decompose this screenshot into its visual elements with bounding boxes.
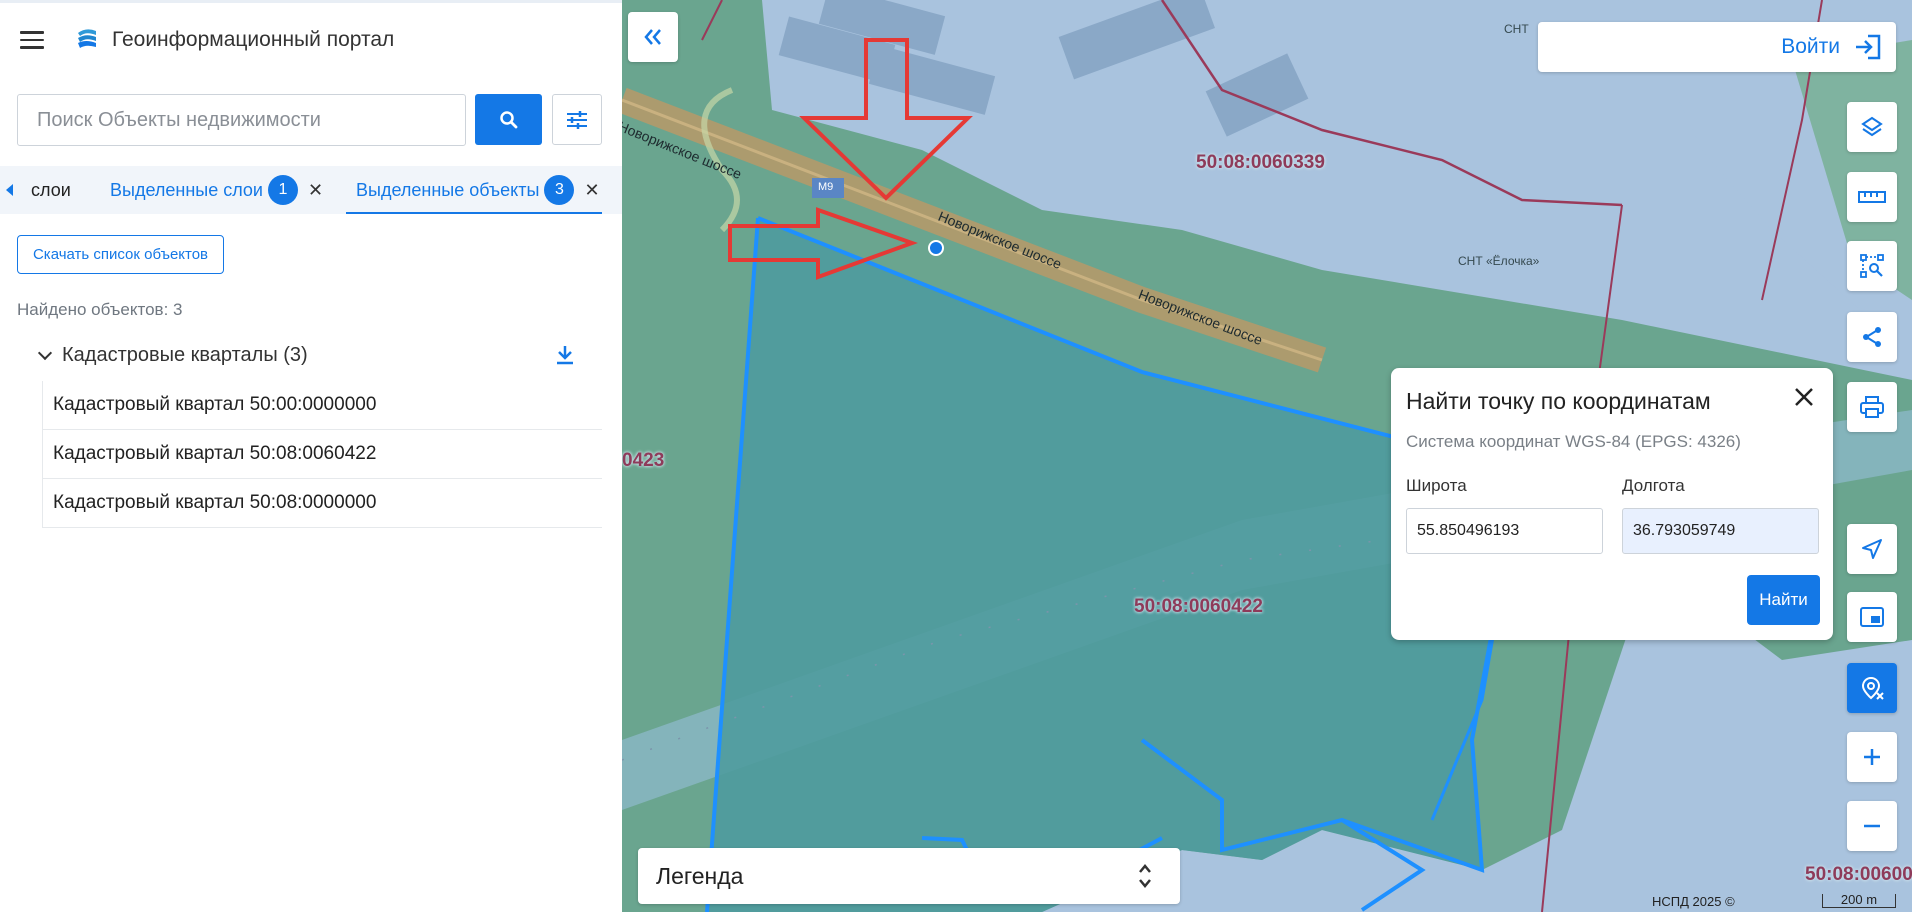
find-button[interactable]: Найти <box>1747 575 1820 625</box>
layers-icon <box>1861 116 1883 137</box>
chevron-down-icon <box>37 345 53 361</box>
results-list: Кадастровый квартал 50:00:0000000 Кадаст… <box>42 381 602 528</box>
parcel-label: 50:08:00600 <box>1805 864 1912 885</box>
tab-selected-layers-close-icon[interactable]: ✕ <box>308 180 323 201</box>
double-chevron-left-icon <box>644 29 661 45</box>
menu-icon[interactable] <box>20 31 44 49</box>
map-place-label: СНТ «Ёлочка» <box>1458 254 1540 268</box>
found-count: Найдено объектов: 3 <box>17 300 183 319</box>
close-icon[interactable] <box>1793 386 1815 408</box>
sliders-icon <box>567 110 587 129</box>
map-place-label: СНТ <box>1504 22 1529 36</box>
coordinate-search-button[interactable] <box>1847 663 1897 713</box>
minimap-button[interactable] <box>1847 592 1897 642</box>
tab-layers-label: слои <box>31 180 71 200</box>
scale-bar: 200 m <box>1822 893 1896 908</box>
list-item-label: Кадастровый квартал 50:08:0000000 <box>53 492 377 513</box>
group-label: Кадастровые кварталы (3) <box>62 344 308 366</box>
login-label: Войти <box>1781 35 1840 58</box>
latitude-field[interactable] <box>1406 508 1603 554</box>
area-search-icon <box>1860 254 1884 278</box>
road-shield-label: М9 <box>818 181 834 193</box>
login-button[interactable]: Войти <box>1538 22 1896 72</box>
layers-button[interactable] <box>1847 102 1897 152</box>
parcel-label: 0423 <box>622 450 665 471</box>
zoom-in-button[interactable] <box>1847 732 1897 782</box>
legend-label: Легенда <box>656 863 744 889</box>
share-icon <box>1863 327 1881 347</box>
area-search-button[interactable] <box>1847 241 1897 291</box>
legend-toggle[interactable]: Легенда <box>638 848 1180 904</box>
list-item-label: Кадастровый квартал 50:08:0060422 <box>53 443 377 464</box>
list-item-label: Кадастровый квартал 50:00:0000000 <box>53 394 377 415</box>
download-list-button[interactable]: Скачать список объектов <box>17 235 224 274</box>
map-view[interactable]: 50:08:0060339 50:08:0060422 0423 50:08:0… <box>622 0 1912 912</box>
tab-selected-objects-label: Выделенные объекты <box>356 179 540 200</box>
list-item[interactable]: Кадастровый квартал 50:08:0060422 <box>42 430 602 479</box>
tabs-bar: слои Выделенные слои 1 ✕ Выделенные объе… <box>0 166 622 214</box>
minus-icon <box>1864 824 1880 828</box>
copyright: НСПД 2025 © <box>1652 894 1735 909</box>
print-button[interactable] <box>1847 382 1897 432</box>
group-cadastral-quarters[interactable]: Кадастровые кварталы (3) <box>36 342 592 372</box>
tab-layers[interactable]: слои <box>31 180 71 201</box>
app: Геоинформационный портал слои <box>0 0 1912 912</box>
coordinate-search-dialog: Найти точку по координатам Система коорд… <box>1391 368 1833 640</box>
left-panel: Геоинформационный портал слои <box>0 0 622 912</box>
zoom-out-button[interactable] <box>1847 801 1897 851</box>
ruler-button[interactable] <box>1847 172 1897 222</box>
list-item[interactable]: Кадастровый квартал 50:00:0000000 <box>42 381 602 430</box>
parcel-label: 50:08:0060422 <box>1134 596 1263 617</box>
tab-selected-objects-badge: 3 <box>544 175 575 205</box>
print-icon <box>1860 396 1884 418</box>
search-icon <box>499 110 517 128</box>
parcel-label: 50:08:0060339 <box>1196 152 1325 173</box>
search-button[interactable] <box>475 94 542 145</box>
minimap-icon <box>1860 607 1884 627</box>
search-input[interactable] <box>17 94 466 146</box>
dialog-title: Найти точку по координатам <box>1406 388 1711 414</box>
coordinate-system-label: Система координат WGS-84 (EPGS: 4326) <box>1406 432 1741 451</box>
top-bar: Геоинформационный портал <box>0 3 622 73</box>
tab-selected-layers-label: Выделенные слои <box>110 179 263 200</box>
pin-search-icon <box>1861 676 1884 700</box>
expand-collapse-icon <box>1139 864 1151 888</box>
tab-selected-layers[interactable]: Выделенные слои 1 ✕ <box>110 175 323 205</box>
list-item[interactable]: Кадастровый квартал 50:08:0000000 <box>42 479 602 528</box>
tabs-scroll-left-icon[interactable] <box>6 184 13 196</box>
longitude-label: Долгота <box>1622 476 1685 495</box>
plus-icon <box>1864 749 1880 765</box>
tab-selected-objects-close-icon[interactable]: ✕ <box>584 180 599 201</box>
active-tab-indicator <box>346 212 602 214</box>
portal-logo-icon <box>78 29 96 48</box>
tab-selected-objects[interactable]: Выделенные объекты 3 ✕ <box>356 175 600 205</box>
locate-button[interactable] <box>1847 524 1897 574</box>
latitude-label: Широта <box>1406 476 1467 495</box>
navigation-arrow-icon <box>1862 539 1882 559</box>
app-title: Геоинформационный портал <box>112 28 395 51</box>
ruler-icon <box>1858 191 1886 203</box>
tab-selected-layers-badge: 1 <box>267 175 298 205</box>
login-icon <box>1856 34 1881 60</box>
filter-button[interactable] <box>552 94 602 145</box>
longitude-field[interactable] <box>1622 508 1819 554</box>
collapse-panel-button[interactable] <box>628 12 678 62</box>
share-button[interactable] <box>1847 312 1897 362</box>
download-icon[interactable] <box>554 343 576 367</box>
